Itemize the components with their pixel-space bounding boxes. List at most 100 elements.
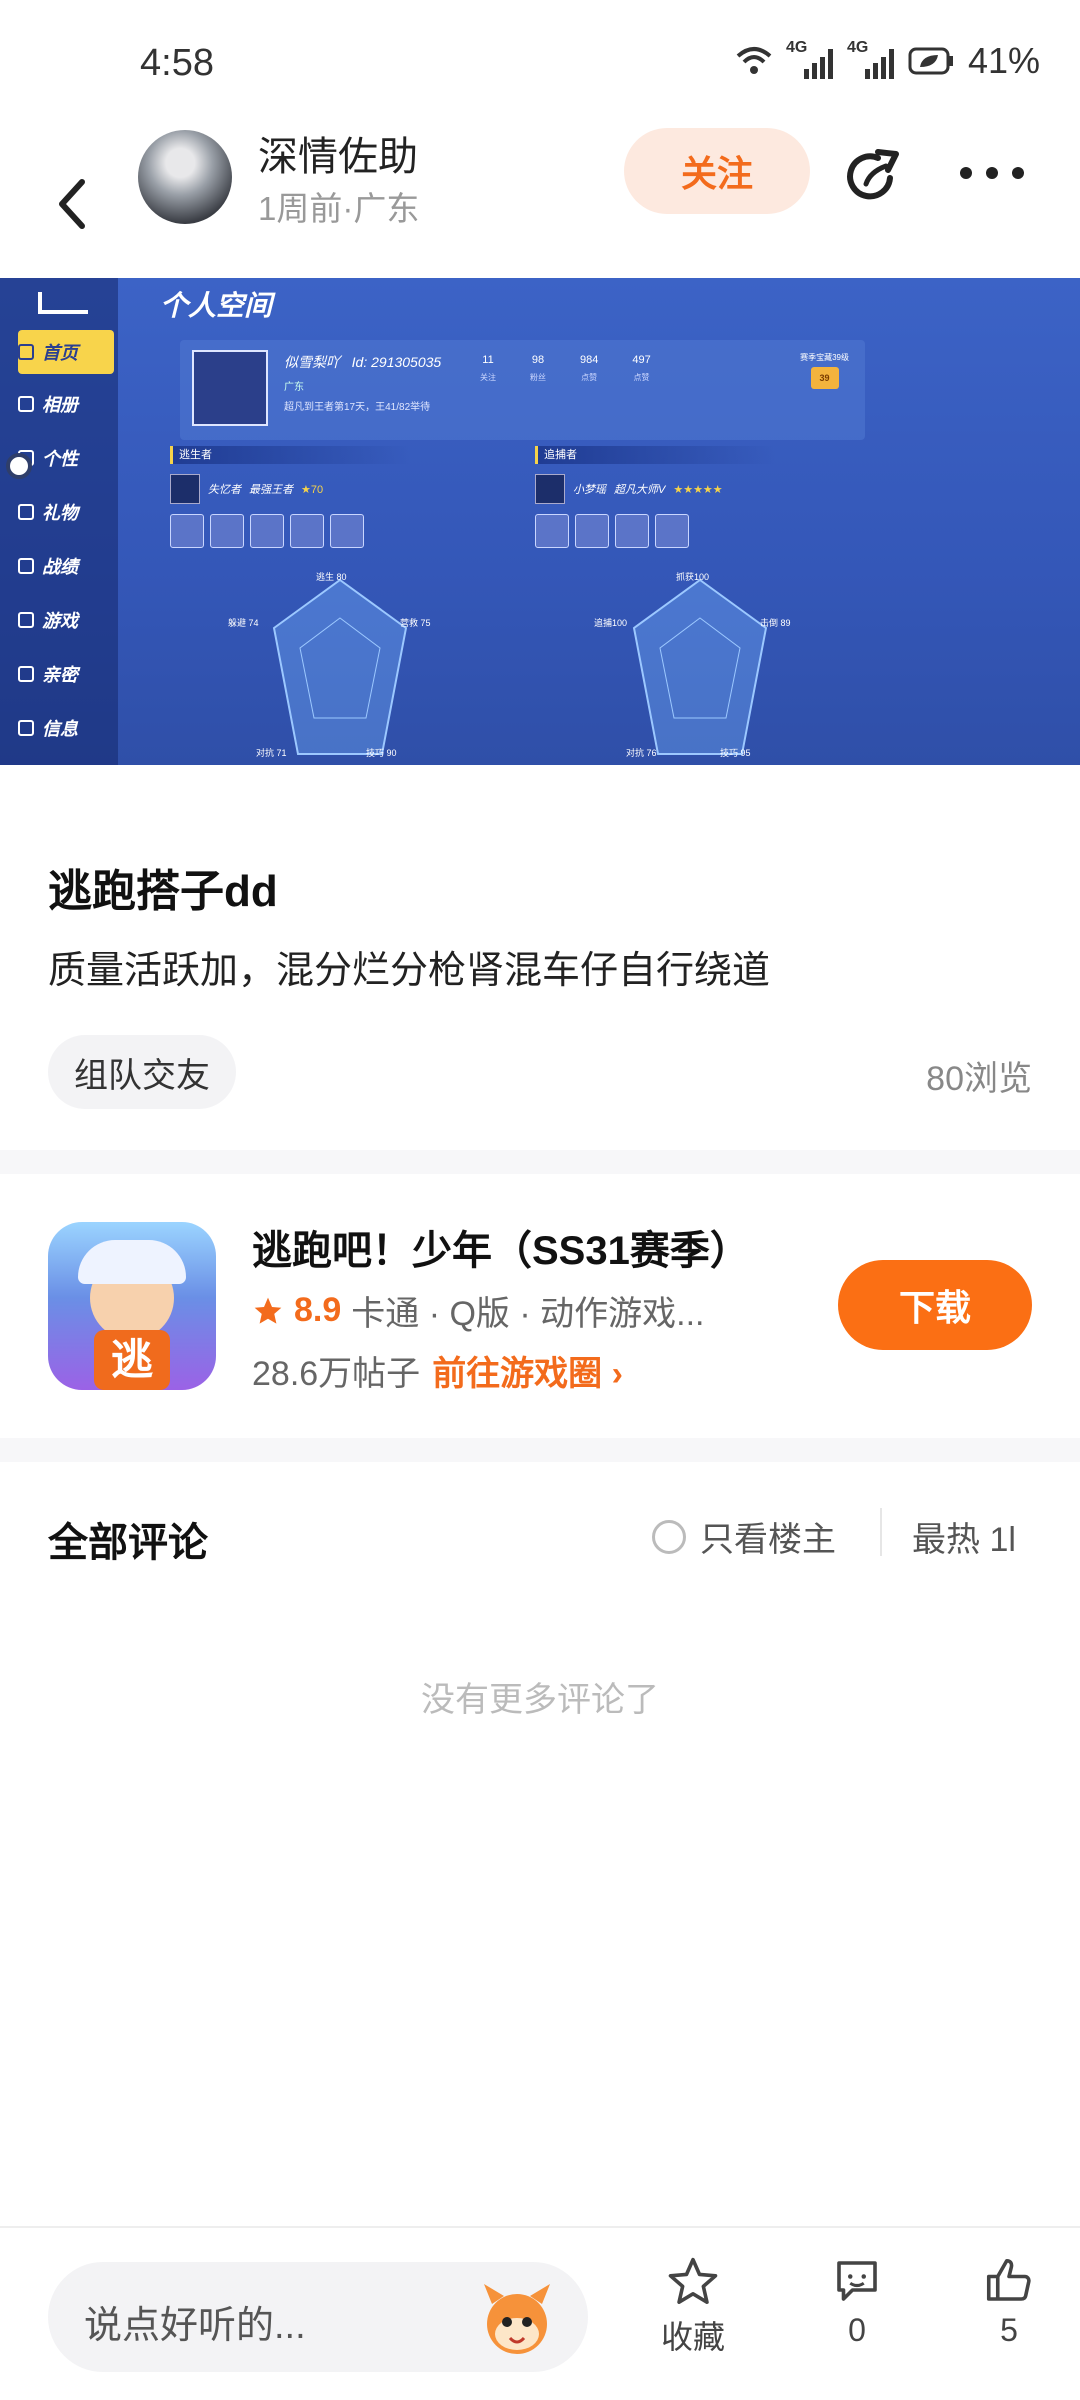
battery-percent: 41% bbox=[967, 40, 1040, 81]
game-nav-item: 亲密 bbox=[18, 652, 114, 696]
owner-only-label: 只看楼主 bbox=[700, 1521, 836, 1559]
radar-label: 对抗 71 bbox=[256, 748, 287, 758]
rank-name: 最强王者 bbox=[249, 484, 293, 496]
radar-label: 追捕100 bbox=[594, 618, 628, 628]
post-title: 逃跑搭子dd bbox=[48, 867, 278, 916]
stat-item: 11 关注 bbox=[480, 354, 496, 382]
runner-section: 逃生者 失忆者 最强王者 ★70 bbox=[170, 446, 410, 548]
radar-chart bbox=[632, 578, 768, 755]
topic-tag[interactable]: 组队交友 bbox=[48, 1035, 236, 1109]
stat-item: 984 点赞 bbox=[580, 354, 599, 382]
radar-label: 躲避 74 bbox=[228, 618, 259, 628]
game-info: 8.9 卡通 · Q版 · 动作游戏... bbox=[252, 1286, 704, 1335]
comment-input[interactable]: 说点好听的... bbox=[48, 2262, 588, 2372]
battery-icon bbox=[908, 47, 953, 75]
radar-label: 技巧 90 bbox=[366, 748, 397, 758]
post-content: 逃跑搭子dd 质量活跃加，混分烂分枪肾混车仔自行绕道 组队交友 80浏览 bbox=[0, 765, 1080, 1150]
signal-icon: 4G bbox=[786, 39, 833, 79]
status-bar: 4:58 4G 4G 41% bbox=[0, 0, 1080, 130]
comments-section: 全部评论 只看楼主 最热 1l 没有更多评论了 bbox=[0, 1462, 1080, 2226]
bottom-bar: 说点好听的... 收藏 0 5 bbox=[0, 2226, 1080, 2400]
player-stats: 11 关注 98 粉丝 984 点赞 497 点赞 bbox=[480, 354, 651, 383]
home-icon bbox=[18, 344, 34, 360]
radar-label: 逃生 80 bbox=[316, 572, 347, 582]
game-post-count: 28.6万帖子 bbox=[252, 1355, 421, 1393]
author-name[interactable]: 深情佐助 bbox=[258, 124, 418, 182]
game-sidebar: 首页 相册 个性 礼物 战绩 游戏 亲密 信息 bbox=[0, 278, 118, 765]
game-icon bbox=[18, 612, 34, 628]
game-logo-icon bbox=[38, 292, 88, 314]
chaser-tag: 追捕者 bbox=[535, 446, 775, 464]
record-icon bbox=[18, 558, 34, 574]
stat-item: 98 粉丝 bbox=[530, 354, 546, 382]
comments-title: 全部评论 bbox=[48, 1521, 208, 1565]
chaser-section: 追捕者 小梦瑶 超凡大师V ★★★★★ bbox=[535, 446, 775, 548]
player-note: 超凡到王者第17天，王41/82举待 bbox=[284, 402, 431, 413]
game-app-icon[interactable]: 逃 bbox=[48, 1222, 216, 1390]
comment-action[interactable]: 0 bbox=[802, 2254, 912, 2349]
back-arrow-icon[interactable] bbox=[48, 158, 98, 248]
player-avatar bbox=[192, 350, 268, 426]
status-icons: 4G 4G 41% bbox=[736, 39, 1040, 82]
post-body: 质量活跃加，混分烂分枪肾混车仔自行绕道 bbox=[48, 950, 771, 992]
radar-label: 营救 75 bbox=[400, 618, 431, 628]
share-icon[interactable] bbox=[842, 144, 906, 208]
radar-label: 对抗 76 bbox=[626, 748, 657, 758]
mascot-emoji-icon[interactable] bbox=[472, 2274, 562, 2364]
game-nav-item: 礼物 bbox=[18, 490, 114, 534]
chaser-radar: 抓获100 追捕100 击倒 89 对抗 76 技巧 95 bbox=[570, 572, 870, 758]
heart-icon bbox=[18, 666, 34, 682]
equipment-row bbox=[535, 514, 775, 548]
author-avatar[interactable] bbox=[138, 130, 232, 224]
empty-comments-text: 没有更多评论了 bbox=[421, 1681, 659, 1719]
player-region: 广东 bbox=[284, 382, 304, 393]
comment-icon[interactable] bbox=[829, 2254, 885, 2308]
post-header: 深情佐助 1周前·广东 关注 bbox=[0, 128, 1080, 278]
like-action[interactable]: 5 bbox=[954, 2254, 1064, 2349]
wifi-icon bbox=[736, 47, 772, 74]
radar-chart bbox=[272, 578, 408, 755]
post-image[interactable]: 首页 相册 个性 礼物 战绩 游戏 亲密 信息 个人空间 似雪梨吖 Id: 29… bbox=[0, 278, 1080, 765]
game-profile-card: 似雪梨吖 Id: 291305035 广东 超凡到王者第17天，王41/82举待… bbox=[180, 340, 865, 440]
comment-placeholder: 说点好听的... bbox=[84, 2305, 306, 2347]
follow-button[interactable]: 关注 bbox=[624, 128, 810, 214]
star-icon bbox=[254, 1297, 282, 1324]
stat-item: 497 点赞 bbox=[632, 354, 651, 382]
network-label: 4G bbox=[785, 39, 808, 56]
network-label: 4G bbox=[846, 39, 869, 56]
collect-action[interactable]: 收藏 bbox=[638, 2254, 748, 2358]
radio-icon[interactable] bbox=[652, 1519, 686, 1554]
download-button[interactable]: 下载 bbox=[838, 1260, 1032, 1350]
collect-label: 收藏 bbox=[660, 2319, 725, 2355]
game-name[interactable]: 逃跑吧！少年（SS31赛季） bbox=[252, 1218, 750, 1276]
game-card[interactable]: 逃 逃跑吧！少年（SS31赛季） 8.9 卡通 · Q版 · 动作游戏... 2… bbox=[0, 1174, 1080, 1438]
game-nav-item: 信息 bbox=[18, 706, 114, 750]
radar-label: 击倒 89 bbox=[760, 618, 791, 628]
game-genres: 卡通 · Q版 · 动作游戏... bbox=[351, 1295, 705, 1333]
game-nav-item: 首页 bbox=[18, 330, 114, 374]
owner-only-toggle[interactable]: 只看楼主 bbox=[652, 1512, 836, 1561]
signal-icon: 4G bbox=[847, 39, 894, 79]
like-count: 5 bbox=[1000, 2312, 1018, 2348]
star-outline-icon[interactable] bbox=[665, 2254, 721, 2308]
thumbs-up-icon[interactable] bbox=[981, 2254, 1037, 2308]
divider bbox=[880, 1508, 882, 1556]
go-to-circle-link[interactable]: 前往游戏圈 › bbox=[432, 1355, 623, 1393]
radar-label: 抓获100 bbox=[676, 572, 710, 582]
comment-count: 0 bbox=[848, 2312, 866, 2348]
game-page-title: 个人空间 bbox=[160, 290, 273, 321]
hero-name: 失忆者 bbox=[208, 484, 241, 496]
player-id: Id: 291305035 bbox=[351, 354, 442, 370]
game-nav-item: 个性 bbox=[18, 436, 114, 480]
runner-radar: 逃生 80 躲避 74 营救 75 对抗 71 技巧 90 bbox=[210, 572, 510, 758]
sort-selector[interactable]: 最热 1l bbox=[912, 1512, 1032, 1561]
floating-ball-icon bbox=[6, 453, 32, 479]
hero-name: 小梦瑶 bbox=[573, 484, 606, 496]
game-icon-text: 逃 bbox=[94, 1330, 170, 1390]
game-nav-item: 相册 bbox=[18, 382, 114, 426]
game-nav-item: 游戏 bbox=[18, 598, 114, 642]
player-name: 似雪梨吖 bbox=[284, 354, 340, 370]
more-icon[interactable] bbox=[960, 158, 1030, 188]
status-time: 4:58 bbox=[140, 42, 214, 84]
season-badge: 赛季宝藏39级 39 bbox=[800, 352, 849, 389]
